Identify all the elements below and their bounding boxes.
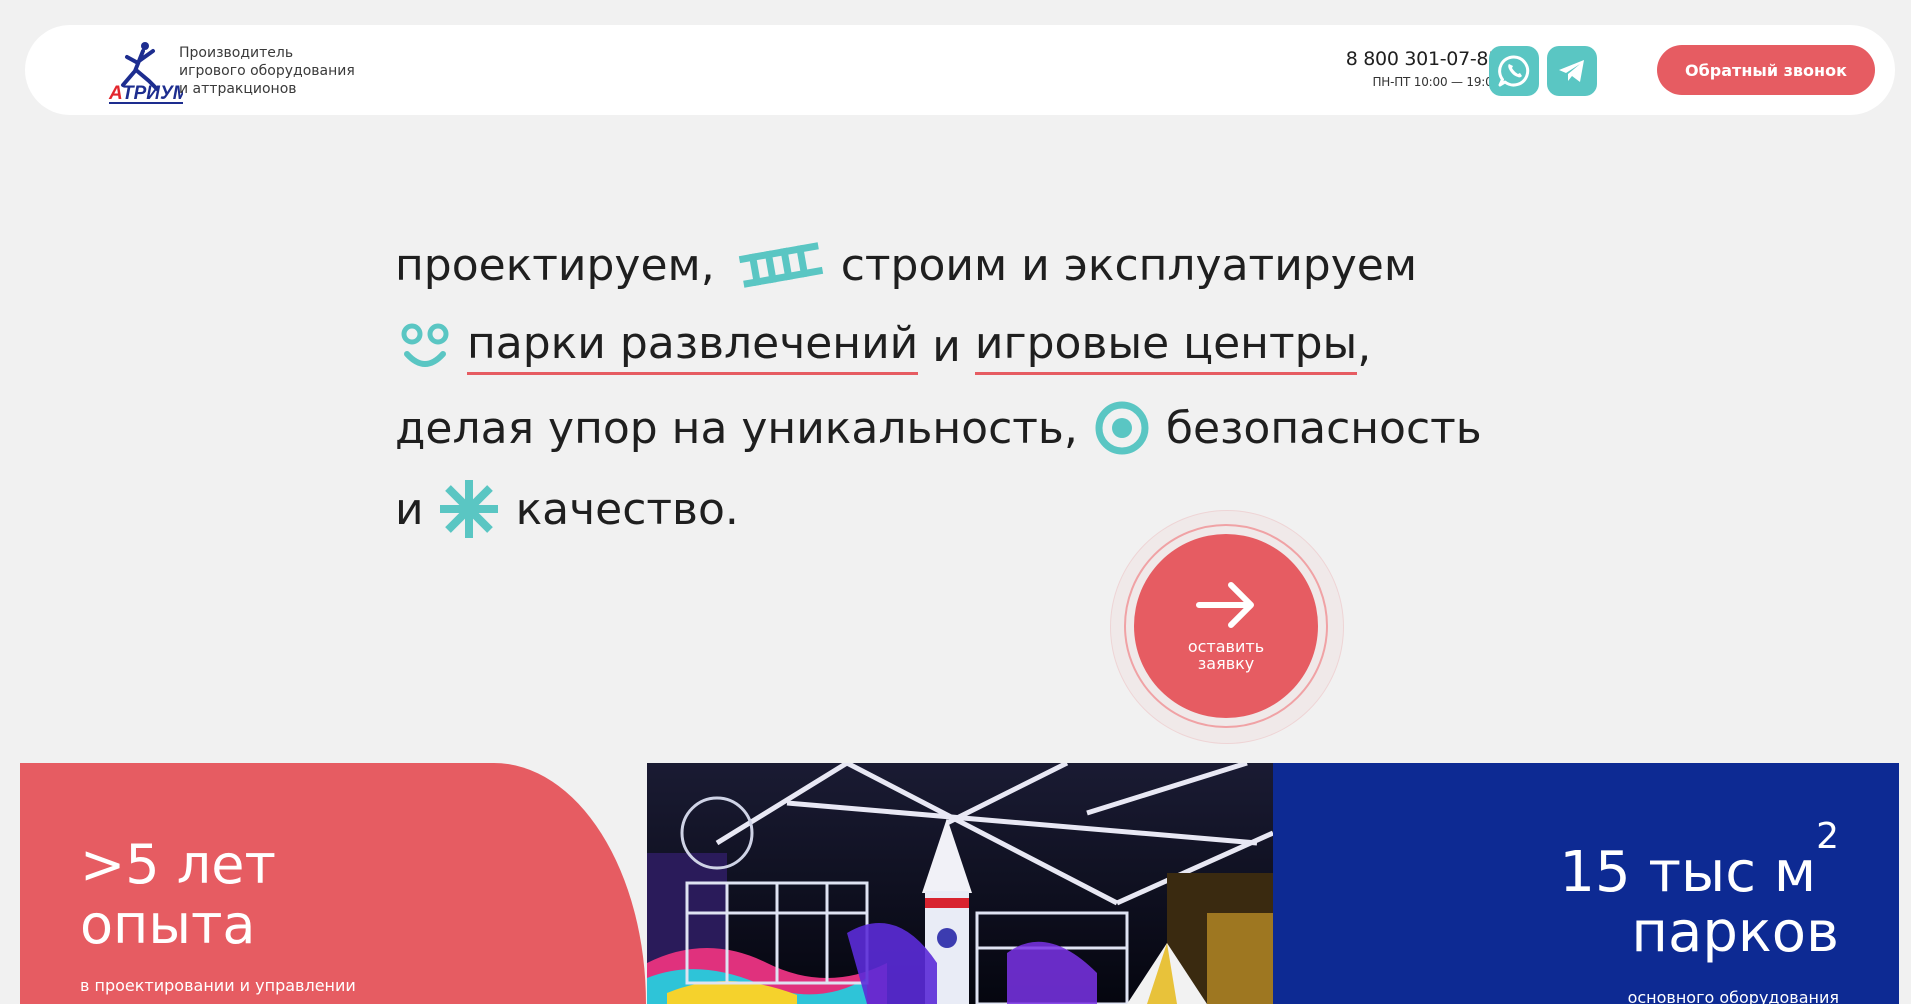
ladder-icon (738, 242, 823, 288)
hero-line-1: проектируем, строим и эксплуатируем (395, 230, 1417, 300)
logo-wordmark-rest: ТРИУМ (122, 83, 183, 104)
hero-text: проектируем, (395, 239, 715, 291)
site-header: А ТРИУМ Производитель игрового оборудова… (25, 25, 1895, 115)
experience-stat: >5 лет опыта (80, 835, 276, 955)
hero-text: , (1357, 320, 1372, 372)
hero-line-2: парки развлечений и игровые центры , (395, 311, 1371, 381)
tagline-line: и аттракционов (179, 81, 297, 97)
game-centers-link[interactable]: игровые центры (974, 318, 1358, 375)
target-icon (1095, 401, 1149, 455)
hero-text: делая упор на уникальность, (395, 402, 1078, 454)
phone-number[interactable]: 8 800 301-07-85 (1315, 48, 1501, 70)
area-note: основного оборудования (1627, 988, 1839, 1004)
arrow-right-icon (1196, 582, 1254, 628)
area-line: 15 тыс м (1559, 840, 1817, 905)
hero-text: и (395, 483, 424, 535)
tagline-line: Производитель (179, 45, 294, 61)
working-hours: ПН-ПТ 10:00 — 19:00 (1372, 75, 1500, 89)
smiley-face-icon (401, 323, 449, 367)
company-tagline: Производитель игрового оборудования и ат… (179, 44, 355, 98)
atrium-logo[interactable]: А ТРИУМ (83, 37, 190, 107)
logo-wordmark-a: А (108, 83, 123, 104)
hero-text: и (932, 320, 961, 372)
tagline-line: игрового оборудования (179, 63, 355, 79)
asterisk-star-icon (439, 480, 498, 538)
cta-label: оставить заявку (1187, 637, 1265, 673)
hero-text: качество. (515, 483, 739, 535)
hero-line-3: делая упор на уникальность, безопасность (395, 393, 1482, 463)
hero-text: безопасность (1165, 402, 1482, 454)
experience-line: опыта (80, 893, 256, 956)
experience-card: >5 лет опыта в проектировании и управлен… (20, 763, 646, 1004)
area-line: парков (1631, 900, 1839, 965)
area-stat: 15 тыс м2 парков (1559, 819, 1839, 965)
amusement-parks-link[interactable]: парки развлечений (467, 318, 919, 375)
hero-line-4: и качество. (395, 474, 739, 544)
experience-note: в проектировании и управлении (80, 976, 356, 995)
park-interior-image (647, 763, 1273, 1004)
whatsapp-button[interactable] (1489, 46, 1539, 96)
callback-button[interactable]: Обратный звонок (1657, 45, 1875, 95)
area-card: 15 тыс м2 парков основного оборудования (1273, 763, 1899, 1004)
experience-line: >5 лет (80, 833, 276, 896)
telegram-button[interactable] (1547, 46, 1597, 96)
telegram-icon (1559, 60, 1584, 82)
whatsapp-icon (1498, 55, 1530, 87)
hero-text: строим и эксплуатируем (840, 239, 1418, 291)
area-superscript: 2 (1816, 816, 1839, 857)
submit-request-button[interactable]: оставить заявку (1134, 534, 1318, 718)
park-photo (647, 763, 1273, 1004)
